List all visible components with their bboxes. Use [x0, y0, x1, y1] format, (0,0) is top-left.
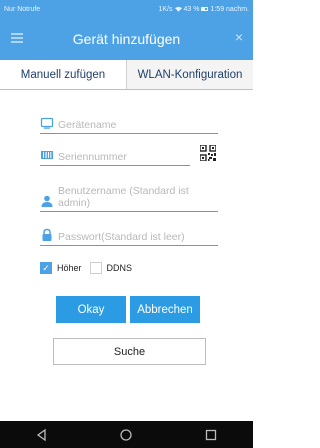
close-icon[interactable]: ×: [235, 29, 243, 45]
recent-apps-icon[interactable]: [204, 428, 218, 442]
barcode-icon: [41, 151, 53, 159]
lock-icon: [42, 228, 52, 241]
password-field[interactable]: Passwort(Standard ist leer): [40, 226, 218, 246]
clock: 1:59 nachm.: [210, 5, 249, 13]
status-indicators: 1K/s 43 % 1:59 nachm.: [158, 6, 249, 13]
system-nav-bar: [0, 421, 253, 448]
menu-icon[interactable]: [10, 31, 24, 45]
search-button[interactable]: Suche: [53, 338, 206, 365]
tab-bar: Manuell zufügen WLAN-Konfiguration: [0, 60, 253, 90]
ddns-label: DDNS: [106, 263, 133, 273]
status-bar: Nur Notrufe 1K/s 43 % 1:59 nachm.: [0, 0, 253, 18]
device-name-field[interactable]: Gerätename: [40, 114, 218, 134]
tab-wlan-configuration[interactable]: WLAN-Konfiguration: [127, 60, 253, 89]
page-title: Gerät hinzufügen: [72, 31, 181, 47]
battery-percent: 43 %: [183, 5, 200, 13]
qr-code-icon[interactable]: [200, 145, 216, 161]
tab-manual-add[interactable]: Manuell zufügen: [0, 60, 127, 89]
app-header: Gerät hinzufügen ×: [0, 18, 253, 60]
password-placeholder: Passwort(Standard ist leer): [58, 231, 185, 243]
cancel-button[interactable]: Abbrechen: [130, 296, 200, 323]
device-name-placeholder: Gerätename: [58, 119, 117, 131]
hoeher-label: Höher: [57, 263, 82, 273]
wifi-icon: [174, 6, 182, 12]
serial-number-placeholder: Seriennummer: [58, 151, 127, 163]
username-placeholder: Benutzername (Standard ist admin): [58, 185, 189, 209]
battery-icon: [201, 7, 209, 11]
back-icon[interactable]: [35, 428, 49, 442]
home-icon[interactable]: [119, 428, 133, 442]
monitor-icon: [40, 117, 54, 129]
network-speed: 1K/s: [158, 5, 173, 13]
ddns-checkbox[interactable]: [89, 262, 102, 274]
username-field[interactable]: Benutzername (Standard ist admin): [40, 180, 218, 212]
hoeher-checkbox[interactable]: ✓: [40, 262, 52, 274]
user-icon: [41, 195, 53, 207]
carrier-label: Nur Notrufe: [4, 5, 41, 13]
serial-number-field[interactable]: Seriennummer: [40, 146, 190, 166]
check-icon: ✓: [42, 262, 50, 273]
options-row: ✓ Höher DDNS: [40, 262, 140, 274]
okay-button[interactable]: Okay: [56, 296, 126, 323]
